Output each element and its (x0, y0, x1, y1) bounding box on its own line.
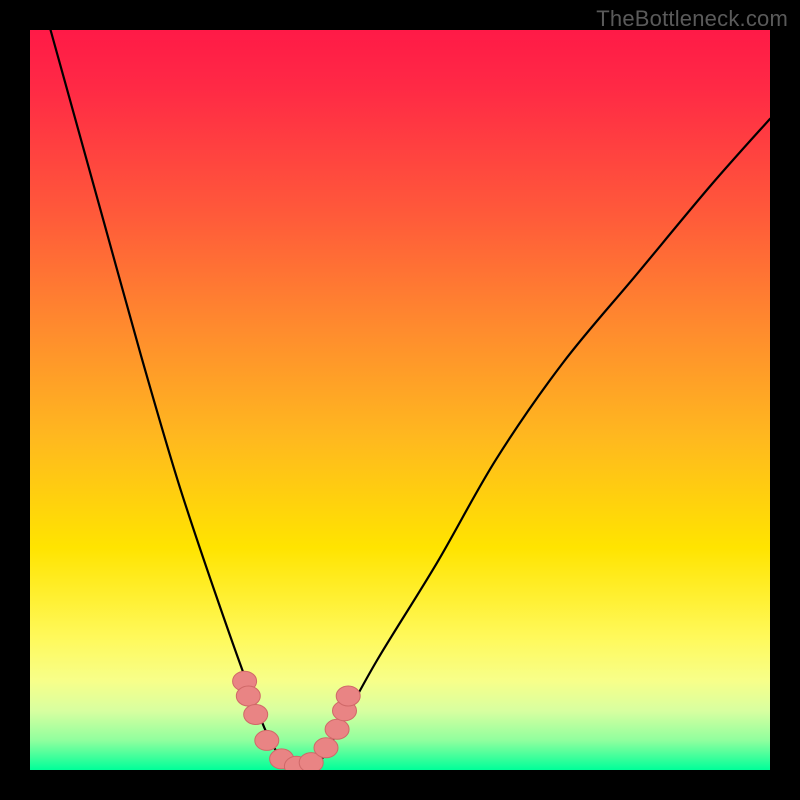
curve-layer (30, 30, 770, 770)
curve-marker (325, 719, 349, 739)
chart-frame: TheBottleneck.com (0, 0, 800, 800)
curve-marker (314, 738, 338, 758)
bottleneck-curve (30, 30, 770, 770)
plot-area (30, 30, 770, 770)
curve-markers (233, 671, 361, 770)
curve-marker (244, 705, 268, 725)
watermark-text: TheBottleneck.com (596, 6, 788, 32)
curve-marker (236, 686, 260, 706)
curve-marker (255, 730, 279, 750)
curve-marker (336, 686, 360, 706)
